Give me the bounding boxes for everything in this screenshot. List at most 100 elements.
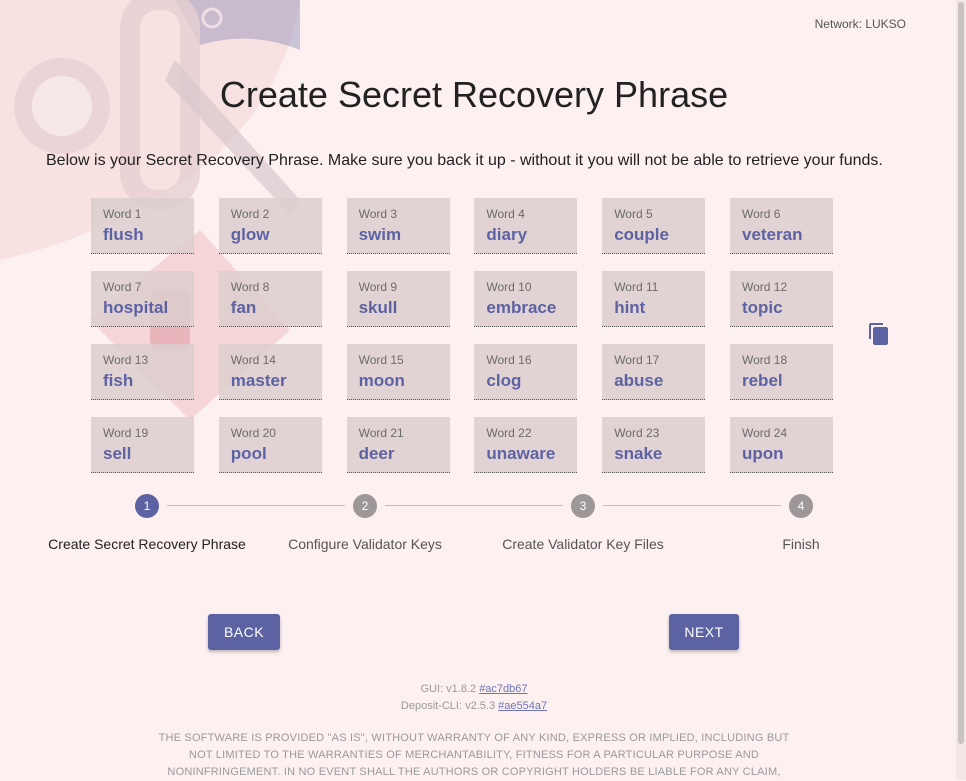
license-line: NOT LIMITED TO THE WARRANTIES OF MERCHAN…: [188, 749, 760, 761]
word-value: sell: [103, 444, 132, 463]
license-line: NONINFRINGEMENT. IN NO EVENT SHALL THE A…: [167, 766, 781, 778]
word-value: skull: [358, 298, 398, 317]
word-label: Word 3: [358, 207, 398, 221]
gui-version: GUI: v1.8.2: [420, 683, 477, 695]
word-label: Word 14: [230, 353, 276, 367]
word-value: swim: [358, 225, 402, 244]
next-button[interactable]: NEXT: [669, 614, 739, 650]
mnemonic-word-20: Word 20 pool: [218, 417, 322, 473]
word-label: Word 7: [103, 280, 142, 294]
step-2-label: Configure Validator Keys: [288, 536, 442, 552]
mnemonic-word-7: Word 7 hospital: [91, 271, 194, 327]
mnemonic-word-grid: Word 1 flush Word 2 glow Word 3 swim Word 4…: [91, 198, 833, 473]
gui-commit-link[interactable]: #ac7db67: [479, 683, 527, 695]
word-value: topic: [741, 298, 783, 317]
network-label: Network: LUKSO: [814, 17, 906, 31]
mnemonic-word-10: Word 10 embrace: [474, 271, 578, 327]
word-value: couple: [614, 225, 669, 244]
mnemonic-word-8: Word 8 fan: [218, 271, 322, 327]
mnemonic-word-16: Word 16 clog: [474, 344, 578, 400]
mnemonic-word-9: Word 9 skull: [346, 271, 450, 327]
mnemonic-word-23: Word 23 snake: [602, 417, 706, 473]
word-value: pool: [230, 444, 267, 463]
word-value: embrace: [486, 298, 557, 317]
mnemonic-word-22: Word 22 unaware: [474, 417, 578, 473]
word-label: Word 18: [741, 353, 788, 367]
word-label: Word 12: [741, 280, 788, 294]
word-value: rebel: [741, 371, 783, 390]
word-value: abuse: [614, 371, 664, 390]
word-value: upon: [741, 444, 784, 463]
mnemonic-word-3: Word 3 swim: [346, 198, 450, 254]
word-value: fan: [230, 298, 257, 317]
word-value: flush: [103, 225, 144, 244]
word-label: Word 23: [614, 426, 660, 440]
word-label: Word 13: [103, 353, 149, 367]
word-label: Word 6: [741, 207, 781, 221]
stepper-connector: [603, 505, 781, 506]
mnemonic-word-2: Word 2 glow: [218, 198, 322, 254]
word-label: Word 16: [486, 353, 532, 367]
word-value: snake: [614, 444, 663, 463]
word-label: Word 10: [486, 280, 532, 294]
mnemonic-word-11: Word 11 hint: [602, 271, 706, 327]
scrollbar[interactable]: [956, 0, 966, 780]
word-value: clog: [486, 371, 522, 390]
mnemonic-word-1: Word 1 flush: [91, 198, 194, 254]
version-info: GUI: v1.8.2 #ac7db67 Deposit-CLI: v2.5.3…: [0, 681, 948, 715]
word-value: unaware: [486, 444, 556, 463]
copy-phrase-button[interactable]: [867, 322, 891, 346]
mnemonic-word-17: Word 17 abuse: [602, 344, 706, 400]
word-value: fish: [103, 371, 134, 390]
mnemonic-word-12: Word 12 topic: [729, 271, 833, 327]
word-label: Word 22: [486, 426, 532, 440]
word-label: Word 19: [103, 426, 149, 440]
word-label: Word 5: [614, 207, 653, 221]
cli-commit-link[interactable]: #ae554a7: [498, 700, 547, 712]
word-label: Word 9: [358, 280, 398, 294]
progress-stepper: 1 2 3 4 Create Secret Recovery Phrase Co…: [0, 494, 948, 564]
cli-version: Deposit-CLI: v2.5.3: [400, 700, 496, 712]
mnemonic-word-5: Word 5 couple: [602, 198, 706, 254]
scrollbar-thumb[interactable]: [958, 2, 964, 744]
stepper-connector: [385, 505, 563, 506]
step-3-label: Create Validator Key Files: [502, 536, 664, 552]
page-subtitle: Below is your Secret Recovery Phrase. Ma…: [46, 152, 883, 169]
word-label: Word 1: [103, 207, 142, 221]
mnemonic-word-24: Word 24 upon: [729, 417, 833, 473]
word-label: Word 15: [358, 353, 404, 367]
step-1-label: Create Secret Recovery Phrase: [48, 536, 246, 552]
stepper-connector: [167, 505, 345, 506]
word-value: diary: [486, 225, 528, 244]
step-1-indicator: 1: [135, 494, 159, 518]
step-2-indicator: 2: [353, 494, 377, 518]
word-value: master: [230, 371, 287, 390]
mnemonic-word-6: Word 6 veteran: [729, 198, 833, 254]
back-button[interactable]: BACK: [208, 614, 280, 650]
page-title: Create Secret Recovery Phrase: [219, 74, 729, 115]
license-line: THE SOFTWARE IS PROVIDED "AS IS", WITHOU…: [158, 732, 790, 744]
license-disclaimer: THE SOFTWARE IS PROVIDED "AS IS", WITHOU…: [150, 730, 798, 781]
word-value: glow: [230, 225, 270, 244]
mnemonic-word-15: Word 15 moon: [346, 344, 450, 400]
word-value: hint: [614, 298, 646, 317]
word-value: hospital: [103, 298, 169, 317]
mnemonic-word-18: Word 18 rebel: [729, 344, 833, 400]
word-label: Word 24: [741, 426, 788, 440]
step-3-indicator: 3: [571, 494, 595, 518]
word-label: Word 17: [614, 353, 660, 367]
cli-version-line: Deposit-CLI: v2.5.3 #ae554a7: [0, 698, 948, 715]
word-value: moon: [358, 371, 405, 390]
mnemonic-word-19: Word 19 sell: [91, 417, 194, 473]
word-label: Word 8: [230, 280, 270, 294]
copy-icon: [869, 323, 888, 345]
word-label: Word 20: [230, 426, 276, 440]
step-4-label: Finish: [782, 536, 820, 552]
mnemonic-word-13: Word 13 fish: [91, 344, 194, 400]
word-label: Word 4: [486, 207, 525, 221]
gui-version-line: GUI: v1.8.2 #ac7db67: [0, 681, 948, 698]
mnemonic-word-14: Word 14 master: [218, 344, 322, 400]
word-label: Word 2: [230, 207, 270, 221]
mnemonic-word-4: Word 4 diary: [474, 198, 578, 254]
word-label: Word 11: [614, 280, 659, 294]
